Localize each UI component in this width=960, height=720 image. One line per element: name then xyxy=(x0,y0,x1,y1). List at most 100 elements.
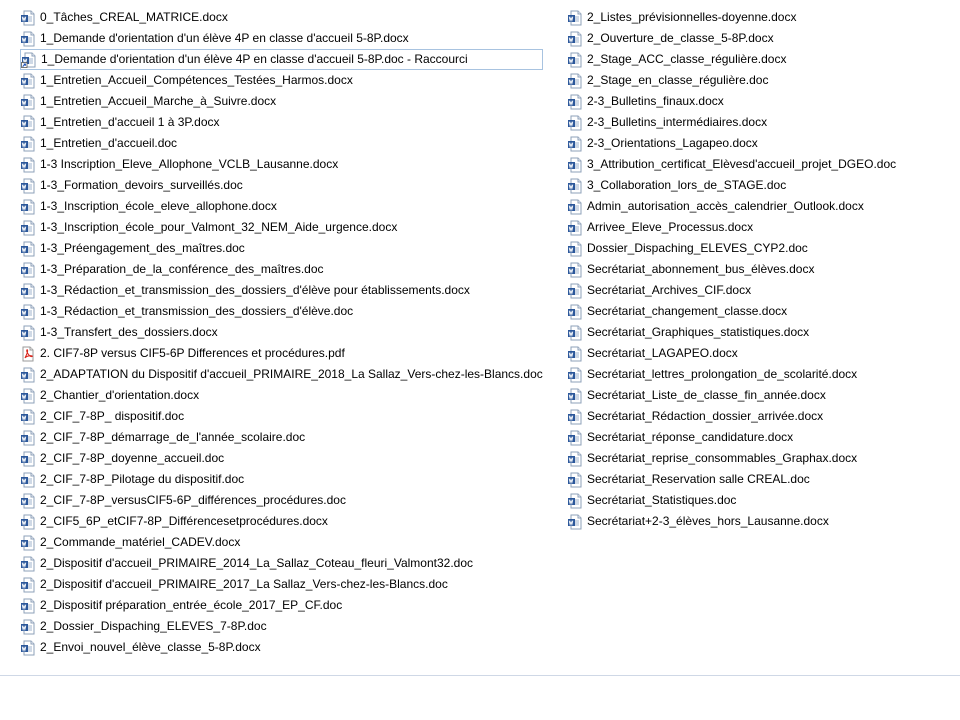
file-name: 1_Demande d'orientation d'un élève 4P en… xyxy=(41,52,468,66)
word-document-icon xyxy=(20,178,36,194)
file-name: 1-3_Préparation_de_la_conférence_des_maî… xyxy=(40,262,324,276)
word-document-icon xyxy=(567,10,583,26)
file-item[interactable]: 2_Ouverture_de_classe_5-8P.docx xyxy=(567,28,896,49)
file-name: Secrétariat_Statistiques.doc xyxy=(587,493,737,507)
file-item[interactable]: 1_Entretien_Accueil_Marche_à_Suivre.docx xyxy=(20,91,543,112)
file-name: 1-3_Rédaction_et_transmission_des_dossie… xyxy=(40,283,470,297)
file-name: 2_Stage_en_classe_régulière.doc xyxy=(587,73,769,87)
word-document-icon xyxy=(567,220,583,236)
file-name: 2_ADAPTATION du Dispositif d'accueil_PRI… xyxy=(40,367,543,381)
file-item[interactable]: 1-3_Inscription_école_eleve_allophone.do… xyxy=(20,196,543,217)
file-item[interactable]: 2-3_Orientations_Lagapeo.docx xyxy=(567,133,896,154)
file-item[interactable]: 1_Demande d'orientation d'un élève 4P en… xyxy=(20,28,543,49)
file-name: 2-3_Bulletins_finaux.docx xyxy=(587,94,724,108)
word-document-icon xyxy=(20,304,36,320)
file-item[interactable]: 2_Dispositif préparation_entrée_école_20… xyxy=(20,595,543,616)
file-name: Secrétariat_abonnement_bus_élèves.docx xyxy=(587,262,815,276)
file-item[interactable]: 2_Dossier_Dispaching_ELEVES_7-8P.doc xyxy=(20,616,543,637)
word-document-icon xyxy=(567,409,583,425)
file-name: 2_Ouverture_de_classe_5-8P.docx xyxy=(587,31,774,45)
file-item[interactable]: 1_Entretien_d'accueil.doc xyxy=(20,133,543,154)
word-document-icon xyxy=(567,262,583,278)
file-item[interactable]: 1_Entretien_Accueil_Compétences_Testées_… xyxy=(20,70,543,91)
file-item[interactable]: 1-3_Inscription_école_pour_Valmont_32_NE… xyxy=(20,217,543,238)
file-item[interactable]: 2_ADAPTATION du Dispositif d'accueil_PRI… xyxy=(20,364,543,385)
file-item[interactable]: 1-3_Préparation_de_la_conférence_des_maî… xyxy=(20,259,543,280)
file-item[interactable]: 1-3_Préengagement_des_maîtres.doc xyxy=(20,238,543,259)
file-name: 1-3_Transfert_des_dossiers.docx xyxy=(40,325,218,339)
file-name: Secrétariat_lettres_prolongation_de_scol… xyxy=(587,367,858,381)
file-item[interactable]: 2_Chantier_d'orientation.docx xyxy=(20,385,543,406)
file-item[interactable]: Secrétariat_LAGAPEO.docx xyxy=(567,343,896,364)
file-item[interactable]: Secrétariat_abonnement_bus_élèves.docx xyxy=(567,259,896,280)
file-item[interactable]: 2_CIF_7-8P_ dispositif.doc xyxy=(20,406,543,427)
file-item[interactable]: Secrétariat_Graphiques_statistiques.docx xyxy=(567,322,896,343)
file-item[interactable]: 2-3_Bulletins_finaux.docx xyxy=(567,91,896,112)
file-item[interactable]: 2_CIF_7-8P_Pilotage du dispositif.doc xyxy=(20,469,543,490)
word-document-icon xyxy=(20,220,36,236)
file-name: 2_Dispositif préparation_entrée_école_20… xyxy=(40,598,343,612)
word-document-icon xyxy=(20,325,36,341)
selected-file-item[interactable]: 1_Demande d'orientation d'un élève 4P en… xyxy=(20,49,543,70)
file-name: Secrétariat_reprise_consommables_Graphax… xyxy=(587,451,858,465)
file-name: 2_CIF_7-8P_démarrage_de_l'année_scolaire… xyxy=(40,430,306,444)
file-name: 2_Chantier_d'orientation.docx xyxy=(40,388,200,402)
file-item[interactable]: 2_CIF5_6P_etCIF7-8P_Différencesetprocédu… xyxy=(20,511,543,532)
file-name: 2_Stage_ACC_classe_régulière.docx xyxy=(587,52,787,66)
word-document-icon xyxy=(567,94,583,110)
file-item[interactable]: 2_Stage_ACC_classe_régulière.docx xyxy=(567,49,896,70)
word-shortcut-icon xyxy=(21,52,37,68)
file-item[interactable]: 2_Dispositif d'accueil_PRIMAIRE_2014_La_… xyxy=(20,553,543,574)
file-item[interactable]: 2-3_Bulletins_intermédiaires.docx xyxy=(567,112,896,133)
word-document-icon xyxy=(567,514,583,530)
file-item[interactable]: 2. CIF7-8P versus CIF5-6P Differences et… xyxy=(20,343,543,364)
file-item[interactable]: 3_Collaboration_lors_de_STAGE.doc xyxy=(567,175,896,196)
file-item[interactable]: 2_Dispositif d'accueil_PRIMAIRE_2017_La … xyxy=(20,574,543,595)
file-item[interactable]: Secrétariat_Statistiques.doc xyxy=(567,490,896,511)
file-name: 1-3_Rédaction_et_transmission_des_dossie… xyxy=(40,304,354,318)
file-item[interactable]: 1-3_Formation_devoirs_surveillés.doc xyxy=(20,175,543,196)
file-name: Dossier_Dispaching_ELEVES_CYP2.doc xyxy=(587,241,808,255)
file-list-pane: 0_Tâches_CREAL_MATRICE.docx 1_Demande d'o… xyxy=(0,0,960,676)
file-item[interactable]: 0_Tâches_CREAL_MATRICE.docx xyxy=(20,7,543,28)
word-document-icon xyxy=(20,199,36,215)
file-item[interactable]: 2_Stage_en_classe_régulière.doc xyxy=(567,70,896,91)
file-item[interactable]: Secrétariat_reprise_consommables_Graphax… xyxy=(567,448,896,469)
word-document-icon xyxy=(567,283,583,299)
file-name: Secrétariat_Rédaction_dossier_arrivée.do… xyxy=(587,409,824,423)
file-item[interactable]: 1-3_Rédaction_et_transmission_des_dossie… xyxy=(20,280,543,301)
file-item[interactable]: Secrétariat_Rédaction_dossier_arrivée.do… xyxy=(567,406,896,427)
word-document-icon xyxy=(567,472,583,488)
file-list-column-left: 0_Tâches_CREAL_MATRICE.docx 1_Demande d'o… xyxy=(20,7,543,658)
file-item[interactable]: Secrétariat+2-3_élèves_hors_Lausanne.doc… xyxy=(567,511,896,532)
file-item[interactable]: 1-3_Rédaction_et_transmission_des_dossie… xyxy=(20,301,543,322)
file-item[interactable]: 2_CIF_7-8P_démarrage_de_l'année_scolaire… xyxy=(20,427,543,448)
file-item[interactable]: Secrétariat_Liste_de_classe_fin_année.do… xyxy=(567,385,896,406)
word-document-icon xyxy=(20,262,36,278)
file-item[interactable]: 3_Attribution_certificat_Elèvesd'accueil… xyxy=(567,154,896,175)
word-document-icon xyxy=(20,619,36,635)
file-item[interactable]: 2_CIF_7-8P_versusCIF5-6P_différences_pro… xyxy=(20,490,543,511)
word-document-icon xyxy=(567,325,583,341)
file-item[interactable]: Dossier_Dispaching_ELEVES_CYP2.doc xyxy=(567,238,896,259)
file-item[interactable]: Admin_autorisation_accès_calendrier_Outl… xyxy=(567,196,896,217)
file-item[interactable]: 1-3_Transfert_des_dossiers.docx xyxy=(20,322,543,343)
file-item[interactable]: 2_Envoi_nouvel_élève_classe_5-8P.docx xyxy=(20,637,543,658)
file-item[interactable]: 1_Entretien_d'accueil 1 à 3P.docx xyxy=(20,112,543,133)
file-name: 2-3_Bulletins_intermédiaires.docx xyxy=(587,115,768,129)
file-item[interactable]: Secrétariat_changement_classe.docx xyxy=(567,301,896,322)
file-name: 3_Collaboration_lors_de_STAGE.doc xyxy=(587,178,787,192)
file-item[interactable]: 1-3 Inscription_Eleve_Allophone_VCLB_Lau… xyxy=(20,154,543,175)
file-item[interactable]: Secrétariat_Reservation salle CREAL.doc xyxy=(567,469,896,490)
file-item[interactable]: 2_Commande_matériel_CADEV.docx xyxy=(20,532,543,553)
file-item[interactable]: 2_Listes_prévisionnelles-doyenne.docx xyxy=(567,7,896,28)
file-item[interactable]: Secrétariat_lettres_prolongation_de_scol… xyxy=(567,364,896,385)
file-name: 1-3 Inscription_Eleve_Allophone_VCLB_Lau… xyxy=(40,157,339,171)
file-item[interactable]: Arrivee_Eleve_Processus.docx xyxy=(567,217,896,238)
file-name: Secrétariat_LAGAPEO.docx xyxy=(587,346,738,360)
pane-bottom-border xyxy=(0,675,960,676)
file-item[interactable]: Secrétariat_Archives_CIF.docx xyxy=(567,280,896,301)
file-item[interactable]: 2_CIF_7-8P_doyenne_accueil.doc xyxy=(20,448,543,469)
file-item[interactable]: Secrétariat_réponse_candidature.docx xyxy=(567,427,896,448)
word-document-icon xyxy=(567,31,583,47)
